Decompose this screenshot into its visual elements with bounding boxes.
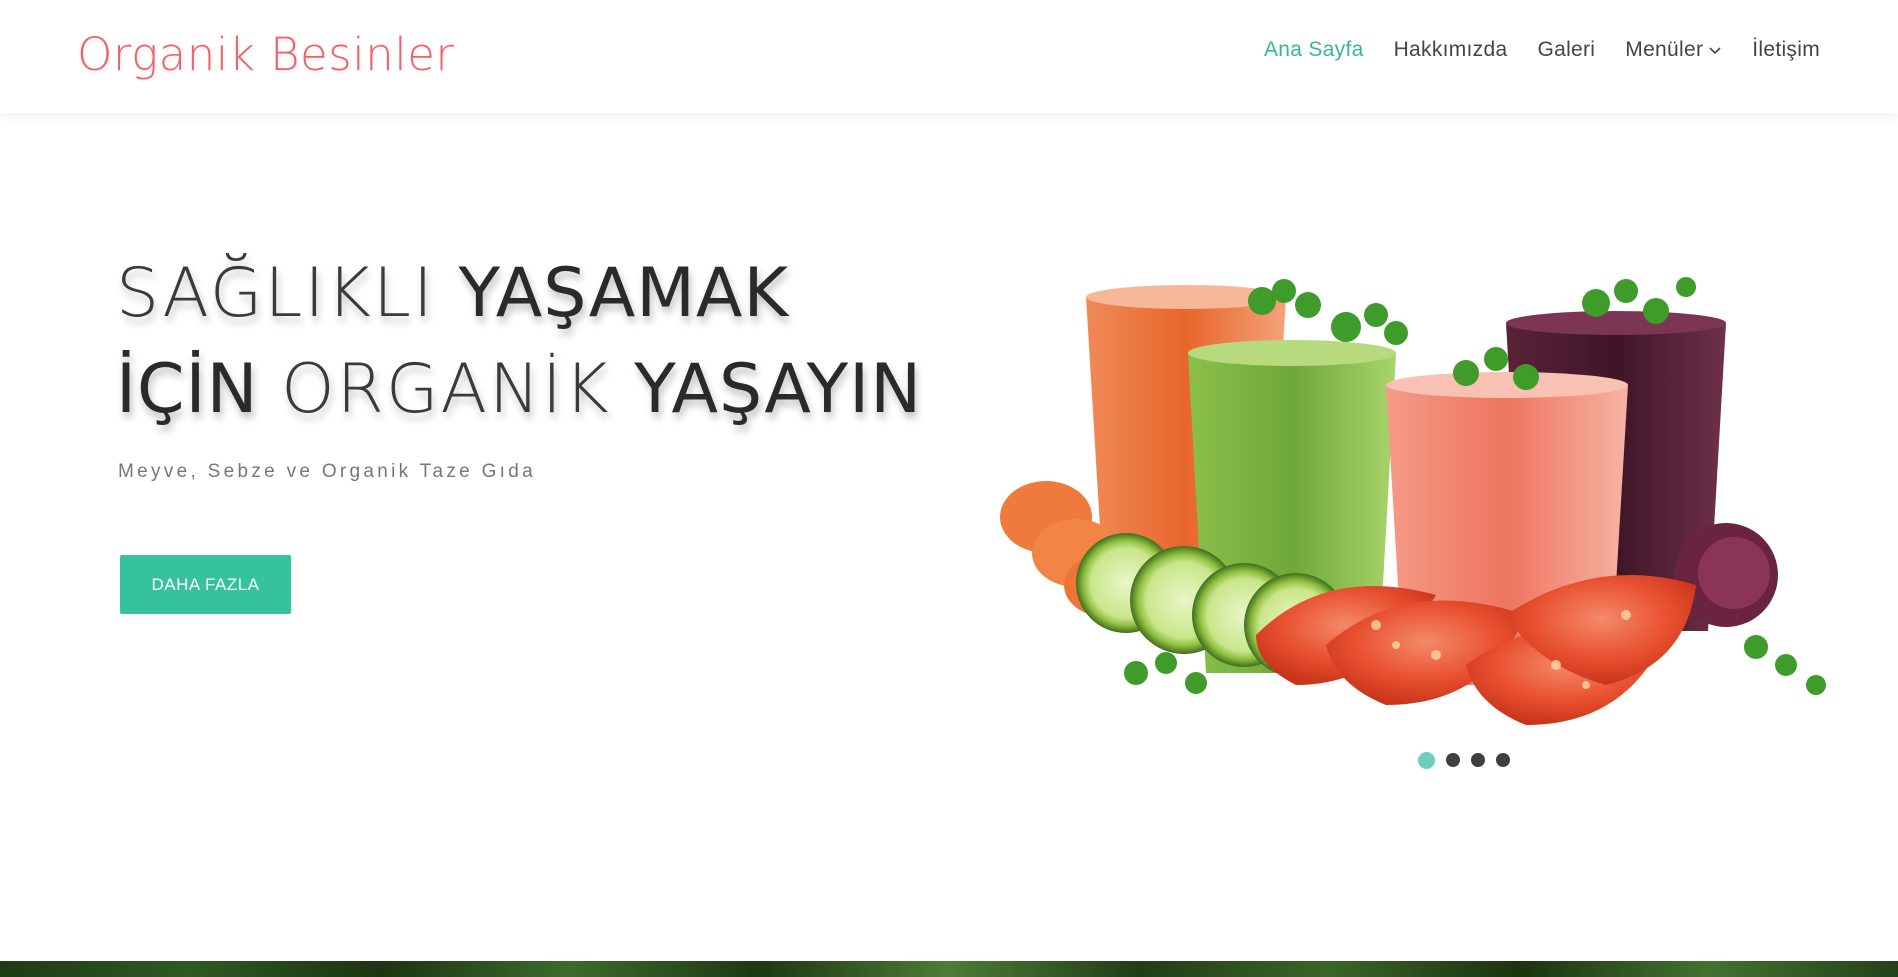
next-section-background — [0, 961, 1898, 977]
hero-subtitle: Meyve, Sebze ve Organik Taze Gıda — [118, 461, 536, 482]
hero-title-bold-2a: İÇİN — [116, 350, 282, 429]
hero-title-thin-1: SAĞLIKLI — [116, 254, 459, 333]
nav-item-label: İletişim — [1752, 38, 1820, 61]
nav-item-label: Hakkımızda — [1393, 38, 1508, 61]
nav-item-hakkimizda[interactable]: Hakkımızda — [1394, 38, 1508, 62]
more-button[interactable]: DAHA FAZLA — [120, 555, 291, 614]
nav-item-label: Ana Sayfa — [1263, 38, 1364, 61]
site-header: Organik Besinler Ana Sayfa Hakkımızda Ga… — [0, 0, 1898, 113]
nav-item-label: Galeri — [1537, 38, 1596, 61]
nav-item-label: Menüler — [1625, 38, 1704, 61]
slider-dot-3[interactable] — [1471, 753, 1485, 767]
hero-title-bold-1: YAŞAMAK — [458, 254, 790, 333]
slider-dot-4[interactable] — [1496, 753, 1510, 767]
nav-item-ana-sayfa[interactable]: Ana Sayfa — [1264, 38, 1364, 62]
hero-title: SAĞLIKLI YAŞAMAK İÇİN ORGANİK YAŞAYIN — [116, 246, 922, 438]
main-nav: Ana Sayfa Hakkımızda Galeri Menüler İlet… — [1234, 38, 1820, 62]
nav-item-menuler[interactable]: Menüler — [1625, 38, 1722, 62]
hero-title-bold-2b: YAŞAYIN — [634, 350, 923, 429]
site-logo[interactable]: Organik Besinler — [77, 28, 454, 82]
slider-dot-1[interactable] — [1418, 751, 1435, 769]
slider-dot-2[interactable] — [1446, 753, 1460, 767]
slider-dots — [1418, 751, 1510, 769]
nav-item-galeri[interactable]: Galeri — [1537, 38, 1595, 62]
chevron-down-icon — [1709, 47, 1721, 55]
juice-vegetables-image — [1000, 277, 1826, 725]
nav-item-iletisim[interactable]: İletişim — [1752, 38, 1820, 62]
hero-title-thin-2: ORGANİK — [281, 350, 635, 429]
